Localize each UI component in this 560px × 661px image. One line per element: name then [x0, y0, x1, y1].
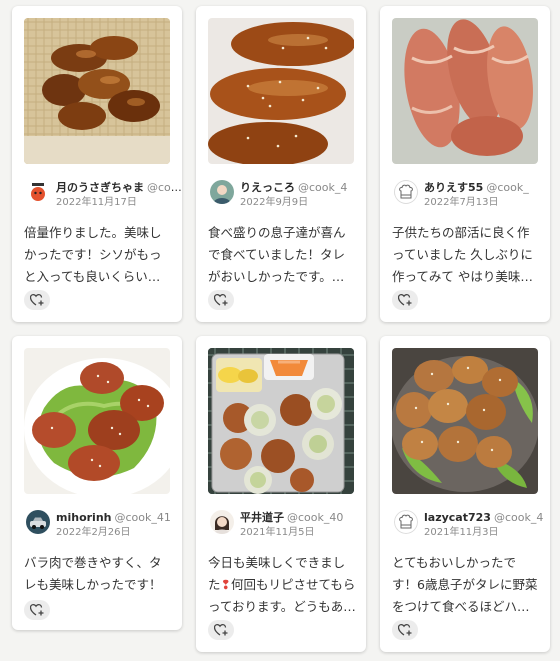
- author-info: mihorinh @cook_41 2022年2月26日: [24, 508, 182, 544]
- author-name[interactable]: りえっころ: [240, 181, 295, 194]
- post-date: 2021年11月5日: [240, 527, 315, 538]
- author-name-line: mihorinh @cook_41: [56, 511, 182, 525]
- author-name-line: 平井道子 @cook_40: [240, 511, 366, 525]
- exclamation-mark: ❢: [220, 577, 231, 592]
- report-comment[interactable]: 子供たちの部活に良く作っていました 久しぶりに作ってみて やはり美味しかったです: [392, 222, 540, 288]
- recipe-report-card[interactable]: 平井道子 @cook_40 2021年11月5日 今日も美味しくできました❢何回も…: [196, 336, 366, 652]
- like-button[interactable]: [392, 290, 418, 310]
- author-name-line: ありえす55 @cook_: [424, 181, 550, 195]
- tsukurepo-grid: 月のうさぎちゃま@cook_ 2022年11月17日 倍量作りました。美味しかっ…: [0, 0, 560, 661]
- like-button[interactable]: [24, 600, 50, 620]
- bento-box-photo[interactable]: [208, 348, 354, 494]
- author-name[interactable]: lazycat723: [424, 511, 491, 524]
- author-handle: @cook_4: [298, 181, 348, 194]
- glazed-meat-rolls-photo[interactable]: [24, 18, 170, 164]
- report-comment[interactable]: 倍量作りました。美味しかったです！シソがもっと入っても良いくらい(^^): [24, 222, 172, 288]
- recipe-report-card[interactable]: りえっころ @cook_4 2022年9月9日 食べ盛りの息子達が喜んで食べていま…: [196, 6, 366, 322]
- recipe-report-card[interactable]: 月のうさぎちゃま@cook_ 2022年11月17日 倍量作りました。美味しかっ…: [12, 6, 182, 322]
- like-button[interactable]: [24, 290, 50, 310]
- heart-plus-icon: [398, 623, 412, 636]
- person-avatar[interactable]: [210, 510, 234, 534]
- comment-text-after: 何回もリピさせてもらっております。どうもありがとうございます: [208, 577, 356, 614]
- author-info: ありえす55 @cook_ 2022年7月13日: [392, 178, 550, 214]
- post-date: 2021年11月3日: [424, 527, 499, 538]
- author-handle: @cook_4: [493, 511, 544, 524]
- author-info: lazycat723 @cook_4 2021年11月3日: [392, 508, 550, 544]
- person-avatar[interactable]: [210, 180, 234, 204]
- report-comment[interactable]: 食べ盛りの息子達が喜んで食べていました！タレがおいしかったです。また作ります: [208, 222, 356, 288]
- recipe-report-card[interactable]: ありえす55 @cook_ 2022年7月13日 子供たちの部活に良く作っていまし…: [380, 6, 550, 322]
- car-avatar[interactable]: [26, 510, 50, 534]
- heart-plus-icon: [398, 293, 412, 306]
- recipe-report-card[interactable]: mihorinh @cook_41 2022年2月26日 バラ肉で巻きやすく、タレ…: [12, 336, 182, 630]
- author-name[interactable]: 平井道子: [240, 511, 284, 524]
- post-date: 2022年9月9日: [240, 197, 309, 208]
- post-date: 2022年2月26日: [56, 527, 131, 538]
- like-button[interactable]: [208, 290, 234, 310]
- post-date: 2022年7月13日: [424, 197, 499, 208]
- author-handle: @cook_41: [114, 511, 171, 524]
- like-button[interactable]: [208, 620, 234, 640]
- recipe-report-card[interactable]: lazycat723 @cook_4 2021年11月3日 とてもおいしかったです…: [380, 336, 550, 652]
- chef-hat-avatar[interactable]: [394, 510, 418, 534]
- author-name-line: lazycat723 @cook_4: [424, 511, 550, 525]
- author-info: 平井道子 @cook_40 2021年11月5日: [208, 508, 366, 544]
- author-name[interactable]: 月のうさぎちゃま: [56, 181, 144, 194]
- like-button[interactable]: [392, 620, 418, 640]
- report-comment[interactable]: とてもおいしかったです！6歳息子がタレに野菜をつけて食べるほどハマっていました: [392, 552, 540, 618]
- heart-plus-icon: [30, 603, 44, 616]
- author-name[interactable]: mihorinh: [56, 511, 111, 524]
- author-name[interactable]: ありえす55: [424, 181, 483, 194]
- author-handle: @cook_40: [287, 511, 344, 524]
- heart-plus-icon: [30, 293, 44, 306]
- meat-rolls-lettuce-plate-photo[interactable]: [392, 348, 538, 494]
- sesame-meat-rolls-photo[interactable]: [208, 18, 354, 164]
- report-comment[interactable]: バラ肉で巻きやすく、タレも美味しかったです！: [24, 552, 172, 596]
- author-name-line: りえっころ @cook_4: [240, 181, 366, 195]
- character-avatar[interactable]: [26, 180, 50, 204]
- heart-plus-icon: [214, 293, 228, 306]
- author-handle: @cook_: [486, 181, 529, 194]
- author-info: りえっころ @cook_4 2022年9月9日: [208, 178, 366, 214]
- chef-hat-avatar[interactable]: [394, 180, 418, 204]
- report-comment[interactable]: 今日も美味しくできました❢何回もリピさせてもらっております。どうもありがとうござ…: [208, 552, 356, 618]
- meat-rolls-photo[interactable]: [392, 18, 538, 164]
- post-date: 2022年11月17日: [56, 197, 137, 208]
- author-info: 月のうさぎちゃま@cook_ 2022年11月17日: [24, 178, 182, 214]
- author-handle: @cook_: [147, 181, 182, 194]
- meat-rolls-lettuce-photo[interactable]: [24, 348, 170, 494]
- author-name-line: 月のうさぎちゃま@cook_: [56, 181, 182, 195]
- heart-plus-icon: [214, 623, 228, 636]
